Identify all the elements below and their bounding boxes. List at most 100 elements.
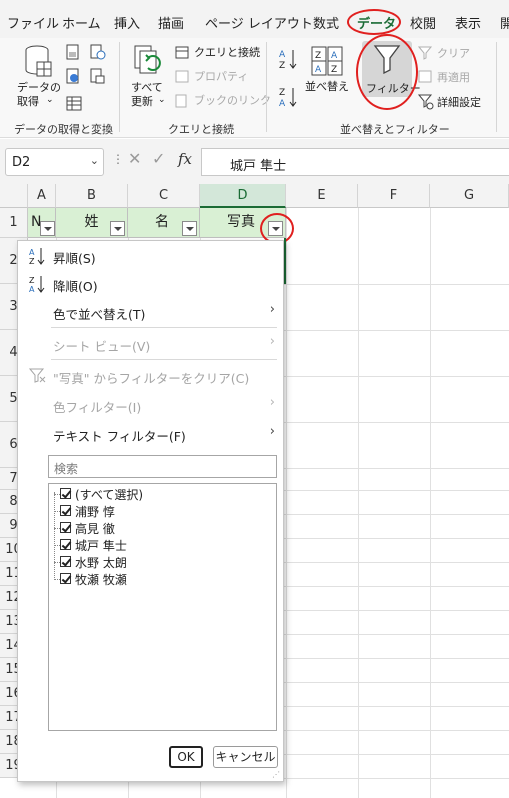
ribbon-separator: [266, 42, 267, 132]
edit-links-icon: [175, 94, 187, 108]
svg-text:A: A: [29, 285, 35, 294]
filter-dropdown-button-d[interactable]: [268, 221, 283, 236]
svg-text:A: A: [279, 99, 286, 108]
existing-connections-icon[interactable]: [90, 68, 106, 84]
svg-text:A: A: [29, 248, 35, 257]
queries-connections-button[interactable]: クエリと接続: [194, 46, 260, 59]
filter-dropdown-button-a[interactable]: [40, 221, 55, 236]
reapply-button: 再適用: [437, 71, 470, 84]
clear-filter-icon: [29, 368, 46, 383]
ribbon-tab-bar: ファイル ホーム 挿入 描画 ページ レイアウト 数式 データ 校閲 表示 開: [0, 0, 509, 38]
filter-value-label: 浦野 惇: [75, 505, 115, 519]
checkbox-checked[interactable]: [60, 556, 71, 567]
tab-file[interactable]: ファイル: [7, 13, 59, 32]
column-header-d[interactable]: D: [200, 184, 286, 208]
formula-value: 城戸 隼士: [230, 159, 287, 174]
select-all-corner[interactable]: [0, 184, 28, 208]
ribbon: データの 取得 ⌄ データの取得と変換 すべて 更新 ⌄ クエリと接続 プロパテ…: [0, 34, 509, 138]
color-filter-item: 色フィルター(I) ›: [18, 391, 283, 419]
sort-ascending-item[interactable]: A Z 昇順(S): [18, 242, 283, 270]
refresh-all-label[interactable]: すべて: [131, 81, 163, 94]
chevron-down-icon[interactable]: ⌄: [46, 94, 54, 107]
column-header-g[interactable]: G: [430, 184, 509, 208]
tab-overflow[interactable]: 開: [500, 13, 509, 32]
checkbox-checked[interactable]: [60, 522, 71, 533]
row-header[interactable]: 1: [0, 208, 28, 238]
chevron-down-icon[interactable]: ⌄: [90, 154, 99, 167]
name-box[interactable]: D2 ⌄: [5, 148, 104, 176]
sort-dialog-icon[interactable]: Z A A Z: [311, 46, 343, 76]
sort-by-color-item[interactable]: 色で並べ替え(T) ›: [18, 298, 283, 326]
sort-descending-item[interactable]: Z A 降順(O): [18, 270, 283, 298]
sort-az-icon[interactable]: A Z: [278, 48, 298, 70]
svg-text:A: A: [279, 50, 286, 60]
formula-bar: D2 ⌄ ⋮ ✕ ✓ fx 城戸 隼士: [0, 139, 509, 184]
tab-draw[interactable]: 描画: [158, 13, 184, 32]
filter-dropdown-button-c[interactable]: [182, 221, 197, 236]
filter-value-list[interactable]: (すべて選択) 浦野 惇 高見 徹 城戸 隼士 水野 太朗 牧瀬 牧瀬: [48, 483, 277, 731]
tab-data[interactable]: データ: [357, 13, 396, 32]
web-icon[interactable]: [66, 68, 80, 84]
ok-button[interactable]: OK: [169, 746, 203, 768]
cancel-button[interactable]: キャンセル: [213, 746, 278, 768]
clear-filter-icon: [418, 46, 433, 60]
resize-grip-icon[interactable]: ⋰: [272, 770, 280, 779]
column-header-f[interactable]: F: [358, 184, 430, 208]
tab-review[interactable]: 校閲: [410, 13, 436, 32]
text-csv-icon[interactable]: [66, 44, 80, 60]
name-box-value: D2: [12, 155, 31, 170]
table-range-icon[interactable]: [66, 96, 82, 112]
checkbox-checked[interactable]: [60, 488, 71, 499]
sort-za-icon[interactable]: Z A: [278, 86, 298, 108]
tab-insert[interactable]: 挿入: [114, 13, 140, 32]
advanced-button[interactable]: 詳細設定: [437, 96, 481, 109]
advanced-filter-icon[interactable]: [418, 94, 434, 110]
column-header-e[interactable]: E: [286, 184, 358, 208]
tab-view[interactable]: 表示: [455, 13, 481, 32]
get-data-label[interactable]: データの: [17, 81, 61, 94]
column-header-a[interactable]: A: [28, 184, 56, 208]
svg-text:Z: Z: [331, 65, 337, 75]
filter-value-label: 牧瀬 牧瀬: [75, 573, 127, 587]
search-placeholder: 検索: [54, 462, 79, 476]
filter-search-input[interactable]: 検索: [48, 455, 277, 478]
svg-text:A: A: [331, 51, 338, 61]
text-filter-item[interactable]: テキスト フィルター(F) ›: [18, 420, 283, 448]
chevron-right-icon: ›: [269, 395, 275, 410]
tab-formulas[interactable]: 数式: [313, 13, 339, 32]
gridline: [358, 208, 359, 798]
filter-label[interactable]: フィルター: [366, 82, 421, 95]
autofilter-dropdown: A Z 昇順(S) Z A 降順(O) 色で並べ替え(T) › シート ビュー(…: [17, 240, 284, 782]
sort-button[interactable]: 並べ替え: [305, 80, 349, 93]
sort-za-icon: Z A: [29, 276, 45, 294]
refresh-all-icon[interactable]: [133, 44, 165, 80]
recent-sources-icon[interactable]: [90, 44, 106, 60]
refresh-all-label-2[interactable]: 更新: [131, 95, 153, 108]
tab-page-layout[interactable]: ページ レイアウト: [205, 13, 313, 32]
column-header-c[interactable]: C: [128, 184, 200, 208]
database-icon[interactable]: [24, 44, 54, 80]
filter-dropdown-button-b[interactable]: [110, 221, 125, 236]
tab-home[interactable]: ホーム: [62, 13, 101, 32]
sheet-view-label: シート ビュー(V): [53, 339, 151, 354]
ribbon-separator: [119, 42, 120, 132]
reapply-icon: [418, 70, 432, 83]
funnel-icon[interactable]: [373, 44, 401, 74]
enter-icon[interactable]: ✓: [152, 149, 165, 168]
svg-text:Z: Z: [29, 276, 35, 285]
queries-icon[interactable]: [175, 46, 189, 59]
checkbox-checked[interactable]: [60, 573, 71, 584]
more-options-icon[interactable]: ⋮: [112, 152, 124, 166]
chevron-right-icon: ›: [269, 334, 275, 349]
checkbox-checked[interactable]: [60, 505, 71, 516]
formula-input[interactable]: 城戸 隼士: [201, 148, 509, 176]
column-header-b[interactable]: B: [56, 184, 128, 208]
checkbox-checked[interactable]: [60, 539, 71, 550]
insert-function-icon[interactable]: fx: [178, 150, 192, 168]
chevron-down-icon[interactable]: ⌄: [158, 94, 166, 107]
filter-value-label: 水野 太朗: [75, 556, 127, 570]
group-label-sort-filter: 並べ替えとフィルター: [340, 123, 450, 136]
cancel-icon[interactable]: ✕: [128, 149, 141, 168]
get-data-label-2[interactable]: 取得: [17, 95, 39, 108]
sheet-view-item: シート ビュー(V) ›: [18, 330, 283, 358]
